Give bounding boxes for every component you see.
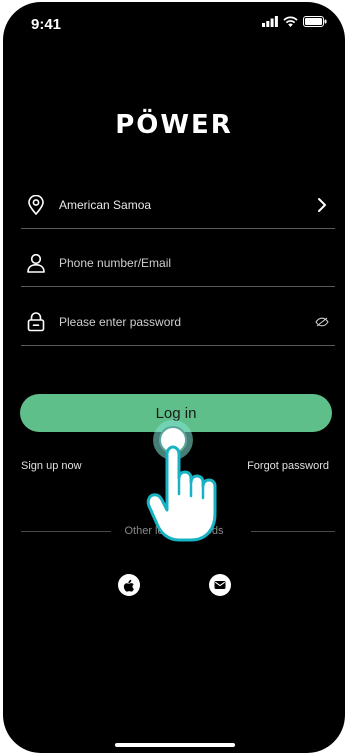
- account-input[interactable]: Phone number/Email: [21, 240, 335, 287]
- divider-right: [251, 531, 335, 532]
- apple-icon: [123, 579, 134, 592]
- country-value: American Samoa: [59, 198, 152, 212]
- country-selector[interactable]: American Samoa: [21, 182, 335, 229]
- tap-hand-icon: [146, 420, 217, 542]
- wifi-icon: [283, 16, 298, 27]
- battery-icon: [303, 16, 327, 27]
- app-logo: PÖWER: [115, 110, 233, 140]
- apple-login-button[interactable]: [118, 574, 140, 596]
- home-indicator[interactable]: [115, 743, 235, 747]
- lock-icon: [25, 311, 47, 333]
- mail-icon: [214, 581, 226, 589]
- eye-off-icon[interactable]: [311, 311, 333, 333]
- account-placeholder: Phone number/Email: [59, 256, 172, 270]
- signup-link[interactable]: Sign up now: [21, 460, 82, 472]
- location-pin-icon: [25, 194, 47, 216]
- password-placeholder: Please enter password: [59, 315, 182, 329]
- status-time: 9:41: [31, 16, 62, 33]
- chevron-right-icon: [311, 194, 333, 216]
- status-icons: [262, 16, 327, 27]
- email-login-button[interactable]: [209, 574, 231, 596]
- user-icon: [25, 252, 47, 274]
- signal-icon: [262, 16, 278, 27]
- forgot-password-link[interactable]: Forgot password: [247, 460, 329, 472]
- phone-screen: 9:41 PÖWER American Samoa Phone number/E…: [3, 2, 345, 753]
- password-input[interactable]: Please enter password: [21, 299, 335, 346]
